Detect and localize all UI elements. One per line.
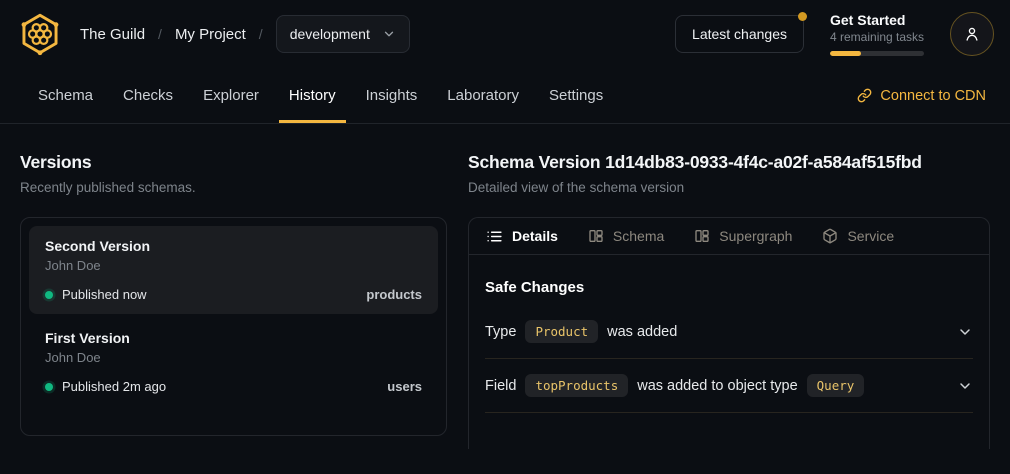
version-item-first-version[interactable]: First Version John Doe Published 2m ago … [29, 318, 438, 406]
version-detail-card: Details Schema Supergraph Service Safe C… [468, 217, 990, 449]
connect-cdn-label: Connect to CDN [880, 88, 986, 104]
breadcrumb-separator: / [259, 26, 263, 42]
code-badge: Query [807, 374, 865, 397]
detail-tab-schema[interactable]: Schema [588, 228, 664, 244]
version-status: Published 2m ago [62, 379, 166, 394]
environment-select[interactable]: development [276, 15, 410, 53]
published-status-dot [45, 383, 53, 391]
header-actions: Latest changes Get Started 4 remaining t… [675, 12, 994, 56]
chevron-down-icon[interactable] [957, 378, 973, 394]
chevron-down-icon[interactable] [957, 324, 973, 340]
schema-version-title: Schema Version 1d14db83-0933-4f4c-a02f-a… [468, 152, 990, 173]
columns-icon [588, 228, 604, 244]
link-icon [857, 88, 872, 103]
nav-tab-settings[interactable]: Settings [539, 68, 613, 123]
safe-changes-heading: Safe Changes [485, 279, 973, 296]
latest-changes-label: Latest changes [692, 26, 787, 42]
main-nav: SchemaChecksExplorerHistoryInsightsLabor… [0, 68, 1010, 124]
version-author: John Doe [45, 258, 422, 273]
versions-subtitle: Recently published schemas. [20, 180, 447, 195]
get-started-title: Get Started [830, 12, 924, 28]
published-status-dot [45, 291, 53, 299]
org-name[interactable]: The Guild [80, 26, 145, 43]
change-text: Type [485, 324, 516, 340]
change-text: Field [485, 378, 516, 394]
avatar[interactable] [950, 12, 994, 56]
breadcrumb: The Guild / My Project / development [18, 12, 410, 56]
version-name: Second Version [45, 238, 422, 254]
nav-tab-laboratory[interactable]: Laboratory [437, 68, 529, 123]
version-status-row: Published 2m ago users [45, 379, 422, 394]
nav-tab-insights[interactable]: Insights [356, 68, 428, 123]
latest-changes-button[interactable]: Latest changes [675, 15, 804, 53]
chevron-down-icon [382, 27, 396, 41]
version-item-second-version[interactable]: Second Version John Doe Published now pr… [29, 226, 438, 314]
project-name[interactable]: My Project [175, 26, 246, 43]
version-detail-panel: Schema Version 1d14db83-0933-4f4c-a02f-a… [468, 152, 990, 449]
service-name: products [366, 287, 422, 302]
code-badge: topProducts [525, 374, 628, 397]
guild-logo-icon[interactable] [18, 12, 62, 56]
user-icon [963, 25, 981, 43]
cube-icon [822, 228, 838, 244]
notification-dot [798, 12, 807, 21]
version-status-row: Published now products [45, 287, 422, 302]
detail-tab-label: Details [512, 228, 558, 244]
main-content: Versions Recently published schemas. Sec… [0, 124, 1010, 449]
service-name: users [387, 379, 422, 394]
version-status: Published now [62, 287, 147, 302]
connect-cdn-link[interactable]: Connect to CDN [857, 68, 986, 123]
breadcrumb-separator: / [158, 26, 162, 42]
versions-title: Versions [20, 152, 447, 173]
change-row[interactable]: Type Product was added [485, 305, 973, 359]
nav-tab-explorer[interactable]: Explorer [193, 68, 269, 123]
get-started-subtitle: 4 remaining tasks [830, 30, 924, 44]
versions-panel: Versions Recently published schemas. Sec… [20, 152, 447, 449]
detail-tab-service[interactable]: Service [822, 228, 894, 244]
changes-list: Type Product was added Field topProducts was… [485, 305, 973, 413]
nav-tab-checks[interactable]: Checks [113, 68, 183, 123]
detail-tab-label: Service [847, 228, 894, 244]
version-author: John Doe [45, 350, 422, 365]
columns-icon [694, 228, 710, 244]
app-header: The Guild / My Project / development Lat… [0, 0, 1010, 68]
version-name: First Version [45, 330, 422, 346]
list-icon [486, 228, 503, 245]
change-text: was added to object type [637, 378, 797, 394]
change-row[interactable]: Field topProducts was added to object type… [485, 359, 973, 413]
versions-list: Second Version John Doe Published now pr… [20, 217, 447, 436]
detail-tabs: Details Schema Supergraph Service [469, 218, 989, 255]
change-text: was added [607, 324, 677, 340]
nav-tabs: SchemaChecksExplorerHistoryInsightsLabor… [28, 68, 613, 123]
detail-body: Safe Changes Type Product was added Fieldt… [469, 255, 989, 429]
detail-tab-details[interactable]: Details [486, 228, 558, 245]
environment-select-value: development [290, 26, 370, 42]
detail-tab-supergraph[interactable]: Supergraph [694, 228, 792, 244]
nav-tab-history[interactable]: History [279, 68, 346, 123]
nav-tab-schema[interactable]: Schema [28, 68, 103, 123]
detail-tab-label: Supergraph [719, 228, 792, 244]
get-started-progress-fill [830, 51, 861, 56]
schema-version-subtitle: Detailed view of the schema version [468, 180, 990, 195]
get-started-progressbar [830, 51, 924, 56]
get-started-widget[interactable]: Get Started 4 remaining tasks [830, 12, 924, 56]
code-badge: Product [525, 320, 598, 343]
detail-tab-label: Schema [613, 228, 664, 244]
